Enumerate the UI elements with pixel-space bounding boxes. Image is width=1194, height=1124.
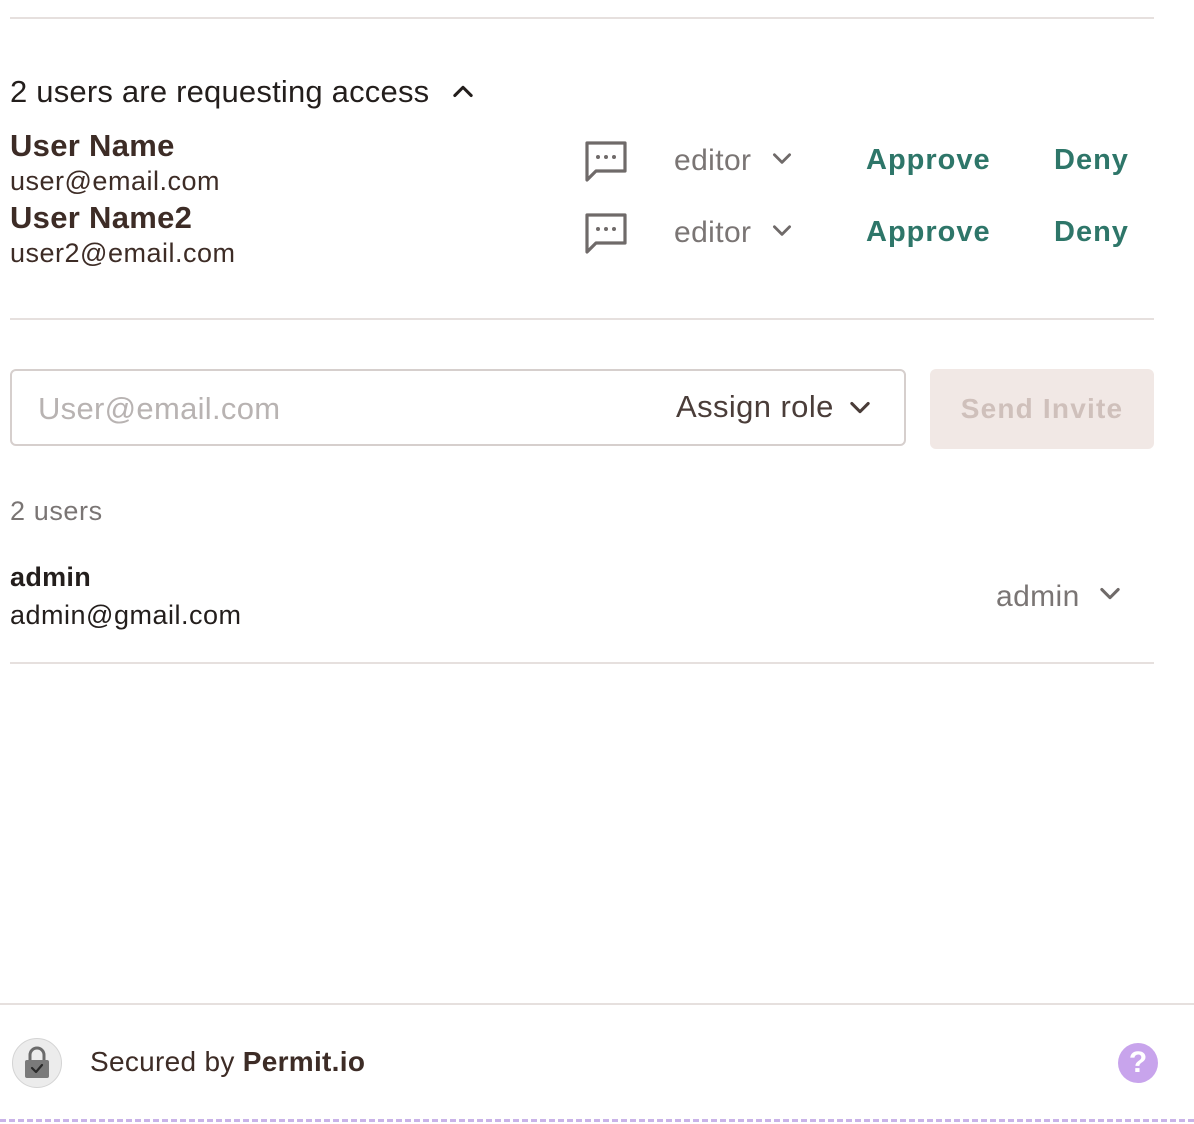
- request-role-select[interactable]: editor: [674, 216, 795, 250]
- chevron-down-icon: [850, 401, 870, 414]
- assign-role-select[interactable]: Assign role: [676, 389, 874, 425]
- request-user-email: user@email.com: [10, 166, 220, 196]
- top-divider: [10, 17, 1154, 19]
- member-role-select[interactable]: admin: [996, 580, 1124, 614]
- message-icon[interactable]: [584, 140, 628, 182]
- chevron-down-icon: [773, 225, 792, 236]
- dashed-border: [0, 1119, 1194, 1122]
- chevron-up-icon: [453, 85, 474, 98]
- member-name: admin: [10, 562, 92, 592]
- deny-button[interactable]: Deny: [1054, 144, 1129, 177]
- lock-badge: [12, 1038, 62, 1088]
- approve-button[interactable]: Approve: [866, 216, 991, 249]
- invite-email-input[interactable]: [36, 385, 640, 433]
- request-user-email: user2@email.com: [10, 238, 236, 268]
- send-invite-button[interactable]: Send Invite: [930, 369, 1154, 449]
- invite-field-group: Assign role: [10, 369, 906, 446]
- request-row: User Name2 user2@email.com editor Approv…: [10, 200, 1154, 274]
- requests-toggle[interactable]: 2 users are requesting access: [10, 72, 477, 112]
- member-divider: [10, 662, 1154, 664]
- deny-button[interactable]: Deny: [1054, 216, 1129, 249]
- footer-divider: [0, 1003, 1194, 1005]
- secured-by-text: Secured by Permit.io: [90, 1046, 365, 1078]
- approve-button[interactable]: Approve: [866, 144, 991, 177]
- chevron-down-icon: [1100, 587, 1120, 600]
- brand-link[interactable]: Permit.io: [243, 1046, 366, 1077]
- request-user-name: User Name: [10, 128, 175, 163]
- chevron-down-icon: [773, 153, 792, 164]
- request-role-select[interactable]: editor: [674, 144, 795, 178]
- help-button[interactable]: ?: [1118, 1043, 1158, 1083]
- section-divider: [10, 318, 1154, 320]
- requests-title: 2 users are requesting access: [10, 74, 430, 109]
- message-icon[interactable]: [584, 212, 628, 254]
- member-email: admin@gmail.com: [10, 600, 242, 630]
- member-role-value: admin: [996, 580, 1080, 613]
- request-role-value: editor: [674, 144, 752, 177]
- request-user-name: User Name2: [10, 200, 193, 235]
- request-row: User Name user@email.com editor Approve …: [10, 128, 1154, 202]
- assign-role-label: Assign role: [676, 389, 834, 424]
- member-count: 2 users: [10, 496, 103, 526]
- lock-icon: [25, 1046, 49, 1078]
- request-role-value: editor: [674, 216, 752, 249]
- secured-prefix: Secured by: [90, 1046, 243, 1077]
